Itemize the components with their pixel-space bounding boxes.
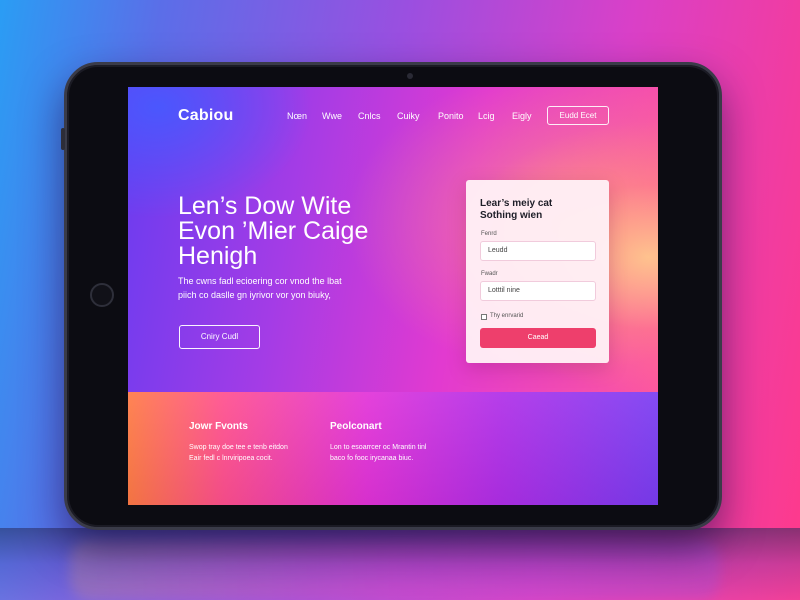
terms-checkbox-label: Thy enrvarid (490, 313, 524, 319)
hero-subtitle: The cwns fadl ecioering cor vnod the lba… (178, 274, 388, 302)
form-title: Lear’s meiy cat Sothing wien (480, 198, 600, 222)
hero-cta-button[interactable]: Cniry Cudl (179, 325, 260, 349)
front-camera-icon (407, 73, 413, 79)
field-1-label: Fenrd (481, 231, 497, 237)
nav-item-5[interactable]: Ponito (438, 111, 464, 121)
hero-headline: Len’s Dow Wite Evon ’Mier Caige Henigh (178, 194, 428, 269)
tablet-side-button (61, 128, 65, 150)
nav-cta-button[interactable]: Eudd Ecet (547, 106, 609, 125)
signup-form-card: Lear’s meiy cat Sothing wien Fenrd Leudd… (466, 180, 609, 363)
hero-headline-line-1: Len’s Dow Wite (178, 192, 352, 220)
nav-item-7[interactable]: Eigly (512, 111, 532, 121)
feature-2-title: Peolconart (330, 421, 382, 432)
feature-1-text-line-2: Eair fedl c lnrviripoea cocit. (189, 455, 273, 462)
feature-1-title: Jowr Fvonts (189, 421, 248, 432)
home-button[interactable] (90, 283, 114, 307)
hero-headline-line-2: Evon ’Mier Caige (178, 217, 369, 245)
hero-subtitle-line-1: The cwns fadl ecioering cor vnod the lba… (178, 276, 342, 286)
site-logo[interactable]: Cabiou (178, 107, 233, 125)
field-1-input[interactable]: Leudd (480, 241, 596, 261)
nav-item-2[interactable]: Wwe (322, 111, 342, 121)
nav-item-1[interactable]: Nœn (287, 111, 307, 121)
form-title-line-1: Lear’s meiy cat (480, 198, 553, 209)
form-title-line-2: Sothing wien (480, 210, 543, 221)
tablet-screen: Cabiou Nœn Wwe Cnlcs Cuiky Ponito Lcig E… (128, 87, 658, 505)
hero-subtitle-line-2: piich co daslle gn iyrivor vor yon biuky… (178, 290, 331, 300)
hero-headline-line-3: Henigh (178, 242, 258, 270)
field-2-label: Fwadr (481, 271, 498, 277)
nav-item-6[interactable]: Lcig (478, 111, 495, 121)
feature-2-text: Lon to esoarrcer oc Mrantin tinl baco fo… (330, 442, 465, 464)
feature-2-text-line-1: Lon to esoarrcer oc Mrantin tinl (330, 444, 427, 451)
field-2-input[interactable]: Lotttil nine (480, 281, 596, 301)
terms-checkbox[interactable] (481, 314, 487, 320)
submit-button[interactable]: Caead (480, 328, 596, 348)
features-section: Jowr Fvonts Swop tray doe tee e tenb eit… (128, 392, 658, 505)
feature-1-text: Swop tray doe tee e tenb eitdon Eair fed… (189, 442, 324, 464)
nav-item-4[interactable]: Cuiky (397, 111, 420, 121)
feature-1-text-line-1: Swop tray doe tee e tenb eitdon (189, 444, 288, 451)
tablet-reflection (70, 540, 720, 600)
feature-2-text-line-2: baco fo fooc irycanaa biuc. (330, 455, 414, 462)
nav-item-3[interactable]: Cnlcs (358, 111, 381, 121)
